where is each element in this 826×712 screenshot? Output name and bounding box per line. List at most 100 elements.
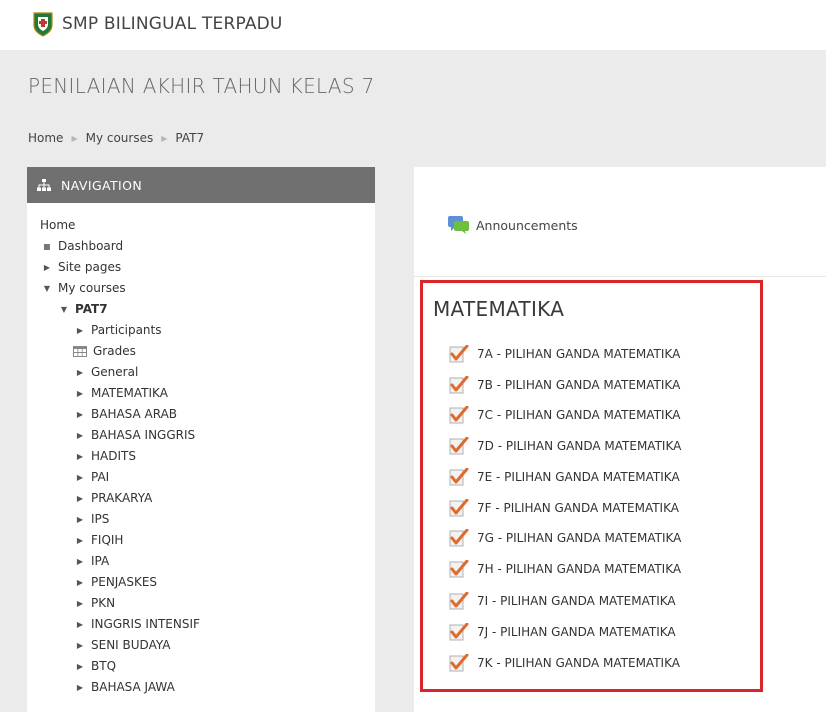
expand-arrow-icon[interactable]: ▶	[75, 473, 85, 482]
expand-arrow-icon[interactable]: ▶	[75, 620, 85, 629]
nav-item-bahasa-arab[interactable]: ▶ BAHASA ARAB	[75, 407, 177, 421]
quiz-checkmark-icon	[449, 376, 469, 394]
expand-arrow-icon[interactable]: ▶	[75, 641, 85, 650]
section-divider	[414, 276, 826, 277]
quiz-checkmark-icon	[449, 623, 469, 641]
quiz-activity-link[interactable]: 7H - PILIHAN GANDA MATEMATIKA	[449, 560, 681, 578]
quiz-checkmark-icon	[449, 468, 469, 486]
navigation-header[interactable]: NAVIGATION	[27, 167, 375, 203]
nav-item-pai[interactable]: ▶ PAI	[75, 470, 109, 484]
collapse-arrow-icon[interactable]: ▼	[59, 305, 69, 314]
bullet-icon: ▪	[42, 239, 52, 253]
quiz-activity-link[interactable]: 7K - PILIHAN GANDA MATEMATIKA	[449, 654, 680, 672]
expand-arrow-icon[interactable]: ▶	[75, 368, 85, 377]
nav-item-home[interactable]: Home	[40, 218, 75, 232]
navigation-block: NAVIGATION Home ▪ Dashboard ▶ Site pages…	[27, 167, 375, 712]
expand-arrow-icon[interactable]: ▶	[42, 263, 52, 272]
nav-item-participants[interactable]: ▶ Participants	[75, 323, 162, 337]
nav-item-penjaskes[interactable]: ▶ PENJASKES	[75, 575, 157, 589]
expand-arrow-icon[interactable]: ▶	[75, 536, 85, 545]
expand-arrow-icon[interactable]: ▶	[75, 431, 85, 440]
nav-item-ipa[interactable]: ▶ IPA	[75, 554, 109, 568]
quiz-activity-label: 7K - PILIHAN GANDA MATEMATIKA	[477, 656, 680, 670]
announcements-label: Announcements	[476, 217, 578, 233]
expand-arrow-icon[interactable]: ▶	[75, 452, 85, 461]
expand-arrow-icon[interactable]: ▶	[75, 578, 85, 587]
site-name[interactable]: SMP BILINGUAL TERPADU	[62, 14, 283, 34]
nav-item-grades[interactable]: Grades	[73, 344, 136, 358]
nav-item-btq[interactable]: ▶ BTQ	[75, 659, 116, 673]
nav-item-site-pages[interactable]: ▶ Site pages	[42, 260, 121, 274]
collapse-arrow-icon[interactable]: ▼	[42, 284, 52, 293]
quiz-checkmark-icon	[449, 437, 469, 455]
quiz-checkmark-icon	[449, 499, 469, 517]
nav-item-label: BTQ	[91, 659, 117, 673]
nav-item-bahasa-inggris[interactable]: ▶ BAHASA INGGRIS	[75, 428, 195, 442]
nav-item-inggris-intensif[interactable]: ▶ INGGRIS INTENSIF	[75, 617, 200, 631]
expand-arrow-icon[interactable]: ▶	[75, 494, 85, 503]
school-crest-icon	[33, 12, 53, 37]
nav-item-prakarya[interactable]: ▶ PRAKARYA	[75, 491, 152, 505]
breadcrumb-my-courses[interactable]: My courses	[86, 131, 154, 145]
quiz-activity-link[interactable]: 7F - PILIHAN GANDA MATEMATIKA	[449, 499, 679, 517]
top-navbar: SMP BILINGUAL TERPADU	[0, 0, 826, 50]
nav-item-hadits[interactable]: ▶ HADITS	[75, 449, 136, 463]
expand-arrow-icon[interactable]: ▶	[75, 410, 85, 419]
nav-item-bahasa-jawa[interactable]: ▶ BAHASA JAWA	[75, 680, 175, 694]
nav-item-dashboard[interactable]: ▪ Dashboard	[42, 239, 123, 253]
quiz-activity-link[interactable]: 7G - PILIHAN GANDA MATEMATIKA	[449, 529, 681, 547]
nav-item-my-courses[interactable]: ▼ My courses	[42, 281, 126, 295]
nav-item-label: Home	[40, 218, 76, 232]
nav-item-label: PRAKARYA	[91, 491, 153, 505]
nav-item-label: HADITS	[91, 449, 136, 463]
nav-item-pat7[interactable]: ▼ PAT7	[59, 302, 108, 316]
table-icon	[73, 345, 87, 357]
quiz-activity-label: 7H - PILIHAN GANDA MATEMATIKA	[477, 562, 682, 576]
nav-item-label: PAT7	[75, 302, 108, 316]
nav-item-label: BAHASA ARAB	[91, 407, 178, 421]
nav-item-pkn[interactable]: ▶ PKN	[75, 596, 115, 610]
expand-arrow-icon[interactable]: ▶	[75, 662, 85, 671]
nav-item-seni-budaya[interactable]: ▶ SENI BUDAYA	[75, 638, 171, 652]
quiz-activity-link[interactable]: 7D - PILIHAN GANDA MATEMATIKA	[449, 437, 681, 455]
nav-item-label: INGGRIS INTENSIF	[91, 617, 200, 631]
site-brand[interactable]: SMP BILINGUAL TERPADU	[32, 11, 283, 37]
quiz-activity-link[interactable]: 7I - PILIHAN GANDA MATEMATIKA	[449, 592, 676, 610]
nav-item-label: Site pages	[58, 260, 122, 274]
quiz-activity-link[interactable]: 7A - PILIHAN GANDA MATEMATIKA	[449, 345, 680, 363]
expand-arrow-icon[interactable]: ▶	[75, 557, 85, 566]
quiz-activity-link[interactable]: 7E - PILIHAN GANDA MATEMATIKA	[449, 468, 680, 486]
quiz-activity-label: 7D - PILIHAN GANDA MATEMATIKA	[477, 439, 682, 453]
expand-arrow-icon[interactable]: ▶	[75, 515, 85, 524]
expand-arrow-icon[interactable]: ▶	[75, 599, 85, 608]
quiz-activity-label: 7C - PILIHAN GANDA MATEMATIKA	[477, 408, 681, 422]
nav-item-label: General	[91, 365, 139, 379]
expand-arrow-icon[interactable]: ▶	[75, 683, 85, 692]
nav-item-label: Grades	[93, 344, 136, 358]
quiz-activity-label: 7E - PILIHAN GANDA MATEMATIKA	[477, 470, 680, 484]
nav-item-matematika[interactable]: ▶ MATEMATIKA	[75, 386, 168, 400]
quiz-checkmark-icon	[449, 345, 469, 363]
announcements-link[interactable]: Announcements	[448, 216, 578, 234]
quiz-activity-link[interactable]: 7J - PILIHAN GANDA MATEMATIKA	[449, 623, 676, 641]
nav-item-general[interactable]: ▶ General	[75, 365, 138, 379]
breadcrumb-pat7[interactable]: PAT7	[175, 131, 204, 145]
nav-item-label: PENJASKES	[91, 575, 158, 589]
quiz-checkmark-icon	[449, 592, 469, 610]
expand-arrow-icon[interactable]: ▶	[75, 389, 85, 398]
nav-item-ips[interactable]: ▶ IPS	[75, 512, 109, 526]
quiz-activity-link[interactable]: 7B - PILIHAN GANDA MATEMATIKA	[449, 376, 680, 394]
navigation-title: NAVIGATION	[61, 177, 143, 193]
breadcrumb-home[interactable]: Home	[28, 131, 63, 145]
quiz-activity-link[interactable]: 7C - PILIHAN GANDA MATEMATIKA	[449, 406, 680, 424]
quiz-activity-label: 7A - PILIHAN GANDA MATEMATIKA	[477, 347, 681, 361]
nav-item-fiqih[interactable]: ▶ FIQIH	[75, 533, 124, 547]
nav-item-label: IPS	[91, 512, 110, 526]
expand-arrow-icon[interactable]: ▶	[75, 326, 85, 335]
nav-item-label: PKN	[91, 596, 116, 610]
breadcrumb-separator-icon: ▶	[161, 133, 168, 143]
nav-item-label: SENI BUDAYA	[91, 638, 171, 652]
forum-icon	[448, 216, 469, 234]
quiz-activity-label: 7G - PILIHAN GANDA MATEMATIKA	[477, 531, 682, 545]
section-title: MATEMATIKA	[433, 297, 565, 321]
